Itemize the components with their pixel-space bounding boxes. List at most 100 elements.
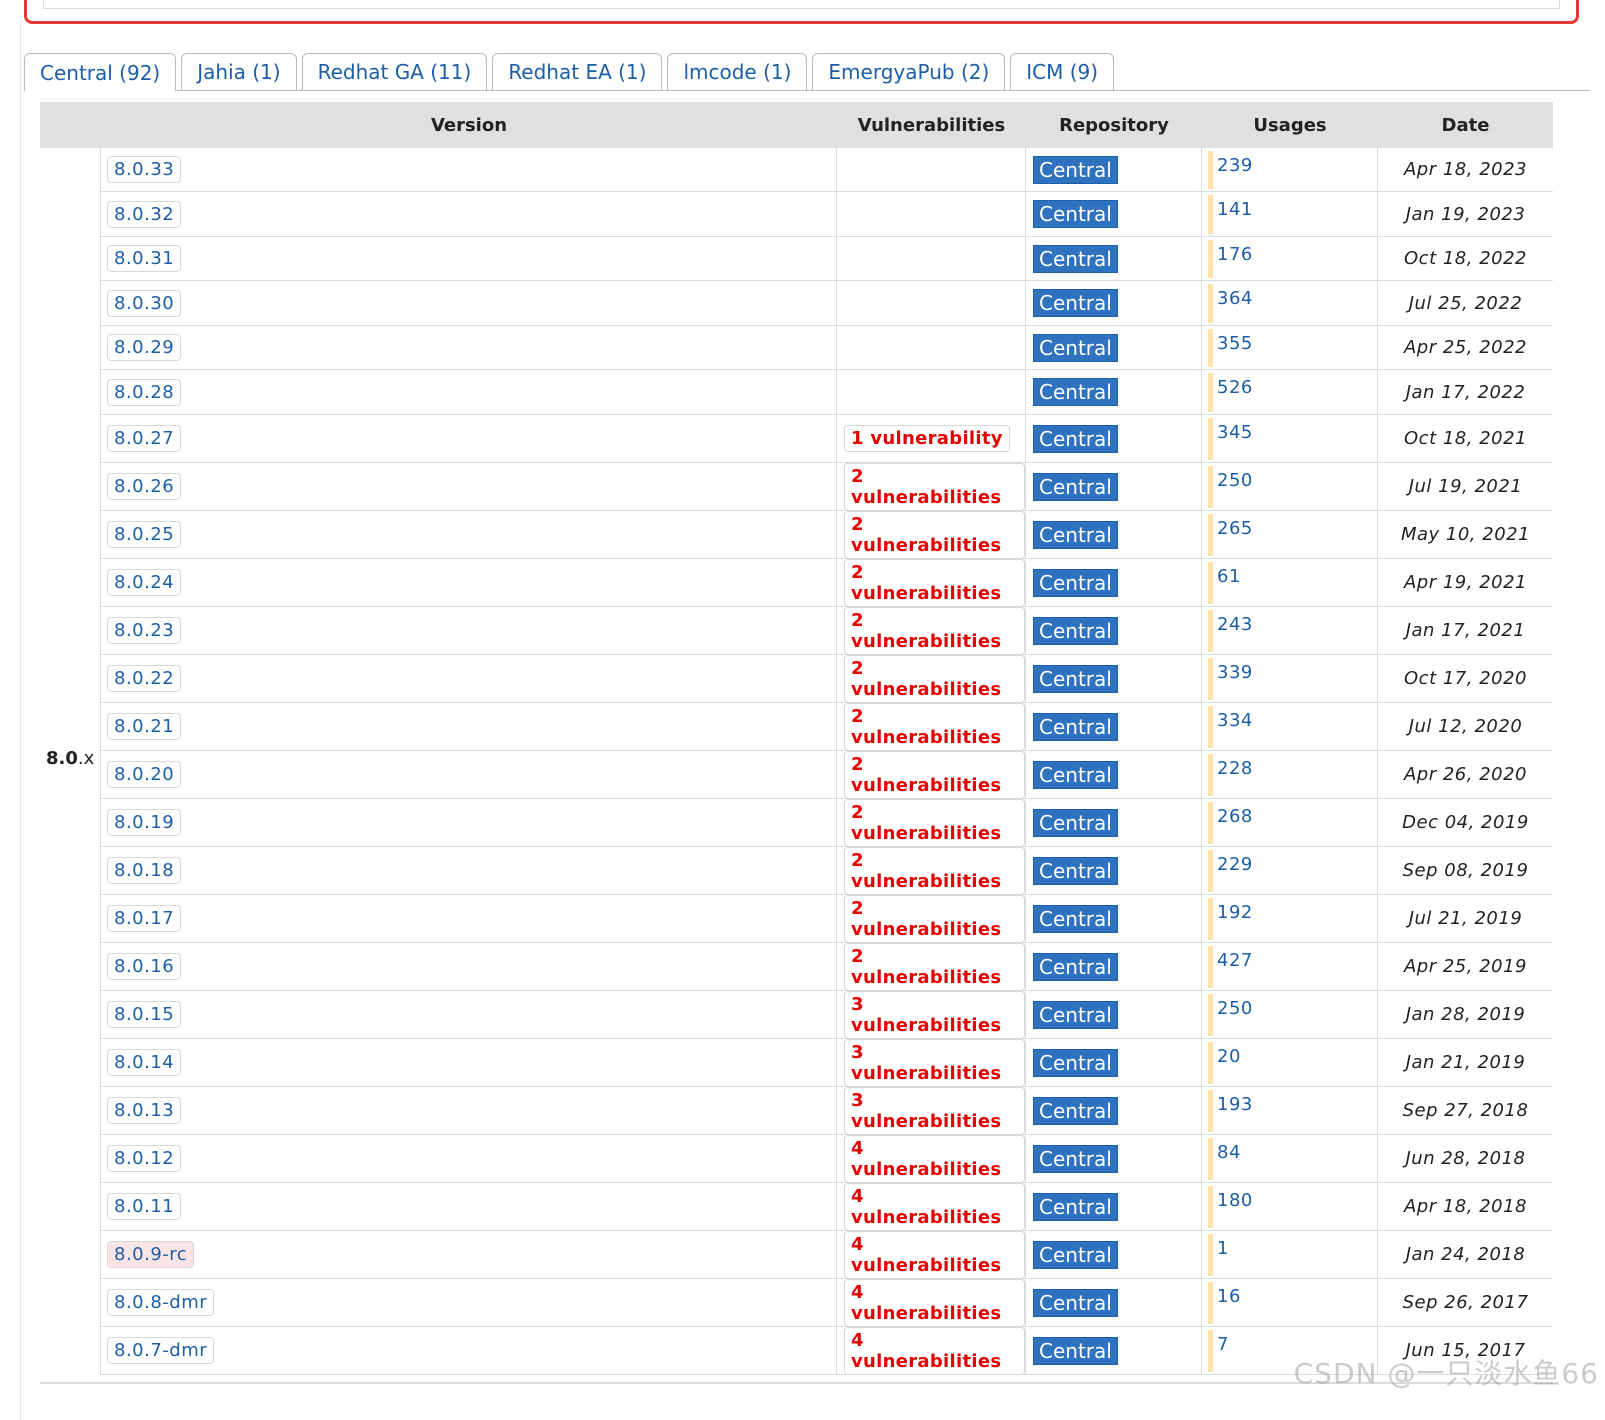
- repository-badge[interactable]: Central: [1033, 1240, 1118, 1269]
- repository-badge[interactable]: Central: [1033, 333, 1118, 362]
- usages-link[interactable]: 427: [1217, 950, 1253, 971]
- repository-badge[interactable]: Central: [1033, 424, 1118, 453]
- version-link[interactable]: 8.0.19: [107, 809, 182, 836]
- vulnerability-link[interactable]: 2 vulnerabilities: [844, 750, 1025, 799]
- usages-link[interactable]: 141: [1217, 199, 1253, 220]
- version-link[interactable]: 8.0.8-dmr: [107, 1289, 215, 1316]
- repository-badge[interactable]: Central: [1033, 808, 1118, 837]
- version-link[interactable]: 8.0.22: [107, 665, 182, 692]
- usages-link[interactable]: 229: [1217, 854, 1253, 875]
- version-link[interactable]: 8.0.26: [107, 473, 182, 500]
- version-link[interactable]: 8.0.23: [107, 617, 182, 644]
- usages-link[interactable]: 180: [1217, 1190, 1253, 1211]
- usages-link[interactable]: 526: [1217, 377, 1253, 398]
- repository-badge[interactable]: Central: [1033, 1288, 1118, 1317]
- vulnerability-link[interactable]: 3 vulnerabilities: [844, 1086, 1025, 1135]
- version-link[interactable]: 8.0.30: [107, 289, 182, 317]
- usages-link[interactable]: 250: [1217, 998, 1253, 1019]
- usages-link[interactable]: 228: [1217, 758, 1253, 779]
- version-link[interactable]: 8.0.15: [107, 1001, 182, 1028]
- version-link[interactable]: 8.0.25: [107, 521, 182, 548]
- usages-link[interactable]: 265: [1217, 518, 1253, 539]
- usages-link[interactable]: 7: [1217, 1334, 1229, 1355]
- vulnerability-link[interactable]: 3 vulnerabilities: [844, 990, 1025, 1039]
- repository-badge[interactable]: Central: [1033, 1336, 1118, 1365]
- repository-badge[interactable]: Central: [1033, 616, 1118, 645]
- repository-badge[interactable]: Central: [1033, 472, 1118, 501]
- usages-link[interactable]: 84: [1217, 1142, 1241, 1163]
- tab-icm[interactable]: ICM (9): [1010, 53, 1115, 90]
- repository-badge[interactable]: Central: [1033, 568, 1118, 597]
- version-link[interactable]: 8.0.18: [107, 857, 182, 884]
- tab-redhat[interactable]: Redhat EA (1): [492, 53, 663, 90]
- tab-redhat[interactable]: Redhat GA (11): [301, 53, 488, 90]
- repository-badge[interactable]: Central: [1033, 760, 1118, 789]
- version-link[interactable]: 8.0.11: [107, 1193, 182, 1220]
- vulnerability-link[interactable]: 2 vulnerabilities: [844, 462, 1025, 511]
- usages-link[interactable]: 20: [1217, 1046, 1241, 1067]
- repository-badge[interactable]: Central: [1033, 155, 1118, 184]
- repository-badge[interactable]: Central: [1033, 856, 1118, 885]
- vulnerability-link[interactable]: 4 vulnerabilities: [844, 1134, 1025, 1183]
- header-date[interactable]: Date: [1378, 115, 1553, 136]
- vulnerability-link[interactable]: 4 vulnerabilities: [844, 1278, 1025, 1327]
- usages-link[interactable]: 243: [1217, 614, 1253, 635]
- tab-jahia[interactable]: Jahia (1): [181, 53, 297, 90]
- repository-badge[interactable]: Central: [1033, 1192, 1118, 1221]
- usages-link[interactable]: 355: [1217, 333, 1253, 354]
- version-link[interactable]: 8.0.29: [107, 334, 182, 361]
- version-link[interactable]: 8.0.13: [107, 1097, 182, 1124]
- repository-badge[interactable]: Central: [1033, 378, 1118, 406]
- version-link[interactable]: 8.0.7-dmr: [107, 1337, 215, 1364]
- vulnerability-link[interactable]: 2 vulnerabilities: [844, 606, 1025, 655]
- repository-badge[interactable]: Central: [1033, 520, 1118, 549]
- usages-link[interactable]: 16: [1217, 1286, 1241, 1307]
- vulnerability-link[interactable]: 2 vulnerabilities: [844, 894, 1025, 943]
- version-link[interactable]: 8.0.27: [107, 425, 182, 452]
- vulnerability-link[interactable]: 4 vulnerabilities: [844, 1326, 1025, 1375]
- tab-emergyapub[interactable]: EmergyaPub (2): [812, 53, 1006, 90]
- version-link[interactable]: 8.0.20: [107, 761, 182, 788]
- tab-central[interactable]: Central (92): [24, 53, 177, 91]
- vulnerability-link[interactable]: 1 vulnerability: [844, 425, 1010, 452]
- repository-badge[interactable]: Central: [1033, 1000, 1118, 1029]
- version-link[interactable]: 8.0.31: [107, 245, 182, 272]
- version-link[interactable]: 8.0.16: [107, 953, 182, 980]
- version-link[interactable]: 8.0.28: [107, 378, 182, 406]
- usages-link[interactable]: 334: [1217, 710, 1253, 731]
- repository-badge[interactable]: Central: [1033, 244, 1118, 273]
- repository-badge[interactable]: Central: [1033, 289, 1118, 317]
- repository-badge[interactable]: Central: [1033, 904, 1118, 933]
- vulnerability-link[interactable]: 2 vulnerabilities: [844, 510, 1025, 559]
- usages-link[interactable]: 61: [1217, 566, 1241, 587]
- vulnerability-link[interactable]: 4 vulnerabilities: [844, 1182, 1025, 1231]
- header-vulnerabilities[interactable]: Vulnerabilities: [837, 115, 1026, 136]
- vulnerability-link[interactable]: 2 vulnerabilities: [844, 798, 1025, 847]
- vulnerability-link[interactable]: 2 vulnerabilities: [844, 846, 1025, 895]
- vulnerability-link[interactable]: 2 vulnerabilities: [844, 654, 1025, 703]
- usages-link[interactable]: 345: [1217, 422, 1253, 443]
- version-link[interactable]: 8.0.17: [107, 905, 182, 932]
- repository-badge[interactable]: Central: [1033, 952, 1118, 981]
- version-link[interactable]: 8.0.12: [107, 1145, 182, 1172]
- repository-badge[interactable]: Central: [1033, 200, 1118, 228]
- header-usages[interactable]: Usages: [1202, 115, 1378, 136]
- vulnerability-link[interactable]: 2 vulnerabilities: [844, 702, 1025, 751]
- usages-link[interactable]: 176: [1217, 244, 1253, 265]
- repository-badge[interactable]: Central: [1033, 664, 1118, 693]
- version-link[interactable]: 8.0.14: [107, 1049, 182, 1076]
- repository-badge[interactable]: Central: [1033, 1144, 1118, 1173]
- version-link[interactable]: 8.0.21: [107, 713, 182, 740]
- usages-link[interactable]: 339: [1217, 662, 1253, 683]
- vulnerability-link[interactable]: 4 vulnerabilities: [844, 1230, 1025, 1279]
- vulnerability-link[interactable]: 3 vulnerabilities: [844, 1038, 1025, 1087]
- usages-link[interactable]: 250: [1217, 470, 1253, 491]
- header-version[interactable]: Version: [101, 115, 837, 136]
- version-link[interactable]: 8.0.9-rc: [107, 1241, 195, 1268]
- usages-link[interactable]: 193: [1217, 1094, 1253, 1115]
- usages-link[interactable]: 192: [1217, 902, 1253, 923]
- version-link[interactable]: 8.0.33: [107, 156, 182, 183]
- version-link[interactable]: 8.0.24: [107, 569, 182, 596]
- usages-link[interactable]: 268: [1217, 806, 1253, 827]
- vulnerability-link[interactable]: 2 vulnerabilities: [844, 942, 1025, 991]
